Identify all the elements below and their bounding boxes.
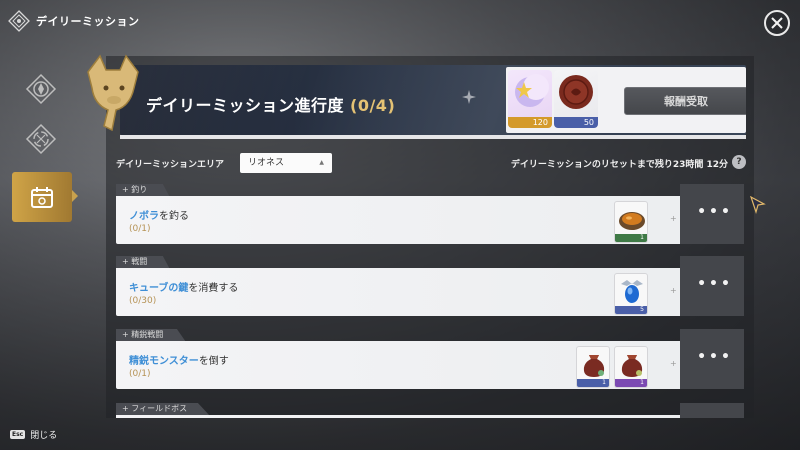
mission-body: キューブの鍵を消費する (0/30) 5 — [116, 268, 680, 316]
mission-side-panel — [680, 403, 744, 418]
compass-emblem-icon — [25, 73, 57, 105]
mission-category: フィールドボス — [131, 404, 188, 413]
horned-beast-emblem-icon — [87, 54, 139, 132]
mission-reward-item[interactable]: 1 — [614, 201, 648, 243]
mission-category: 戦闘 — [131, 257, 148, 266]
area-dropdown[interactable]: リオネス ▲ — [240, 153, 332, 173]
mission-category: 釣り — [131, 185, 148, 194]
sparkle-icon — [462, 90, 476, 104]
mission-calendar-icon — [31, 187, 53, 208]
mission-progress: (0/1) — [129, 224, 151, 234]
mission-panel: デイリーミッション進行度 (0/4) 120 50 報酬受取 デイリーミッション… — [87, 54, 754, 418]
mission-reward-item[interactable]: 1 — [576, 346, 610, 388]
reward-count: 50 — [554, 117, 598, 128]
mission-card: + 戦闘 キューブの鍵を消費する (0/30) 5 + ••• — [116, 256, 744, 318]
mission-progress: (0/1) — [129, 369, 151, 379]
more-options-button[interactable]: ••• — [697, 202, 733, 222]
mission-name: キューブの鍵を消費する — [129, 279, 238, 294]
mission-target[interactable]: キューブの鍵 — [129, 283, 188, 294]
esc-key: Esc — [10, 430, 26, 439]
help-icon[interactable]: ? — [732, 155, 746, 169]
mission-target[interactable]: 精鋭モンスター — [129, 356, 199, 367]
cycle-emblem-icon — [25, 123, 57, 155]
food-dish-icon — [619, 212, 645, 230]
reward-count: 1 — [615, 379, 647, 387]
mission-category-tab: + フィールドボス — [116, 403, 210, 415]
blue-crystal-icon — [621, 280, 643, 303]
mission-card: + フィールドボス — [116, 403, 744, 418]
mission-card: + 釣り ノボラを釣る (0/1) 1 + ••• — [116, 184, 744, 246]
nav-item-daily-mission[interactable] — [12, 172, 78, 222]
wax-seal-icon — [559, 75, 593, 109]
diamond-emblem-icon — [8, 10, 30, 32]
top-bar: デイリーミッション — [8, 8, 140, 34]
nav-item-compass[interactable] — [20, 68, 62, 110]
loot-bag-icon — [621, 355, 643, 377]
area-label: デイリーミッションエリア — [116, 160, 225, 170]
reward-count: 1 — [577, 379, 609, 387]
mission-target[interactable]: ノボラ — [129, 211, 159, 222]
plus-icon: + — [670, 214, 677, 223]
mission-action: を釣る — [159, 211, 189, 222]
reward-wax-seal[interactable]: 50 — [554, 70, 598, 128]
progress-title: デイリーミッション進行度 (0/4) — [146, 92, 395, 116]
close-label: 閉じる — [30, 431, 58, 441]
total-reward-box: 120 50 報酬受取 — [506, 67, 746, 133]
chevron-up-icon: ▲ — [319, 159, 324, 166]
nav-item-cycle[interactable] — [20, 118, 62, 160]
loot-bag-icon — [583, 355, 605, 377]
more-options-button[interactable]: ••• — [697, 274, 733, 294]
reward-moon-star[interactable]: 120 — [508, 70, 552, 128]
mission-name: ノボラを釣る — [129, 207, 189, 222]
close-button[interactable] — [764, 10, 790, 36]
mission-body — [116, 415, 680, 418]
reward-count: 1 — [615, 234, 647, 242]
area-selected: リオネス — [248, 158, 285, 168]
mission-progress: (0/30) — [129, 296, 157, 306]
mission-category-tab: + 戦闘 — [116, 256, 170, 268]
area-row: デイリーミッションエリア リオネス ▲ デイリーミッションのリセットまで残り23… — [116, 152, 746, 176]
plus-icon: + — [670, 359, 677, 368]
mission-reward-item[interactable]: 5 — [614, 273, 648, 315]
more-options-button[interactable]: ••• — [697, 347, 733, 367]
mission-category-tab: + 釣り — [116, 184, 170, 196]
mission-action: を消費する — [188, 283, 239, 294]
plus-icon: + — [670, 286, 677, 295]
close-shortcut[interactable]: Esc 閉じる — [10, 428, 57, 441]
close-icon — [771, 17, 783, 29]
moon-star-currency-icon — [515, 74, 549, 107]
reward-count: 5 — [615, 306, 647, 314]
banner-trim — [120, 135, 746, 139]
pointer-cursor-icon — [750, 196, 766, 214]
mission-body: ノボラを釣る (0/1) 1 — [116, 196, 680, 244]
claim-reward-button[interactable]: 報酬受取 — [624, 87, 746, 115]
progress-banner: デイリーミッション進行度 (0/4) 120 50 報酬受取 — [120, 65, 746, 135]
mission-body: 精鋭モンスターを倒す (0/1) 1 1 — [116, 341, 680, 389]
mission-action: を倒す — [198, 356, 229, 367]
mission-category-tab: + 精鋭戦闘 — [116, 329, 186, 341]
progress-count: (0/4) — [350, 96, 396, 115]
reset-timer-text: デイリーミッションのリセットまで残り23時間 12分 — [510, 160, 728, 170]
mission-reward-item[interactable]: 1 — [614, 346, 648, 388]
reward-count: 120 — [508, 117, 552, 128]
mission-name: 精鋭モンスターを倒す — [129, 352, 229, 367]
progress-title-text: デイリーミッション進行度 — [146, 96, 345, 115]
mission-category: 精鋭戦闘 — [131, 330, 164, 339]
app-title: デイリーミッション — [36, 15, 140, 28]
mission-card: + 精鋭戦闘 精鋭モンスターを倒す (0/1) 1 1 + ••• — [116, 329, 744, 391]
